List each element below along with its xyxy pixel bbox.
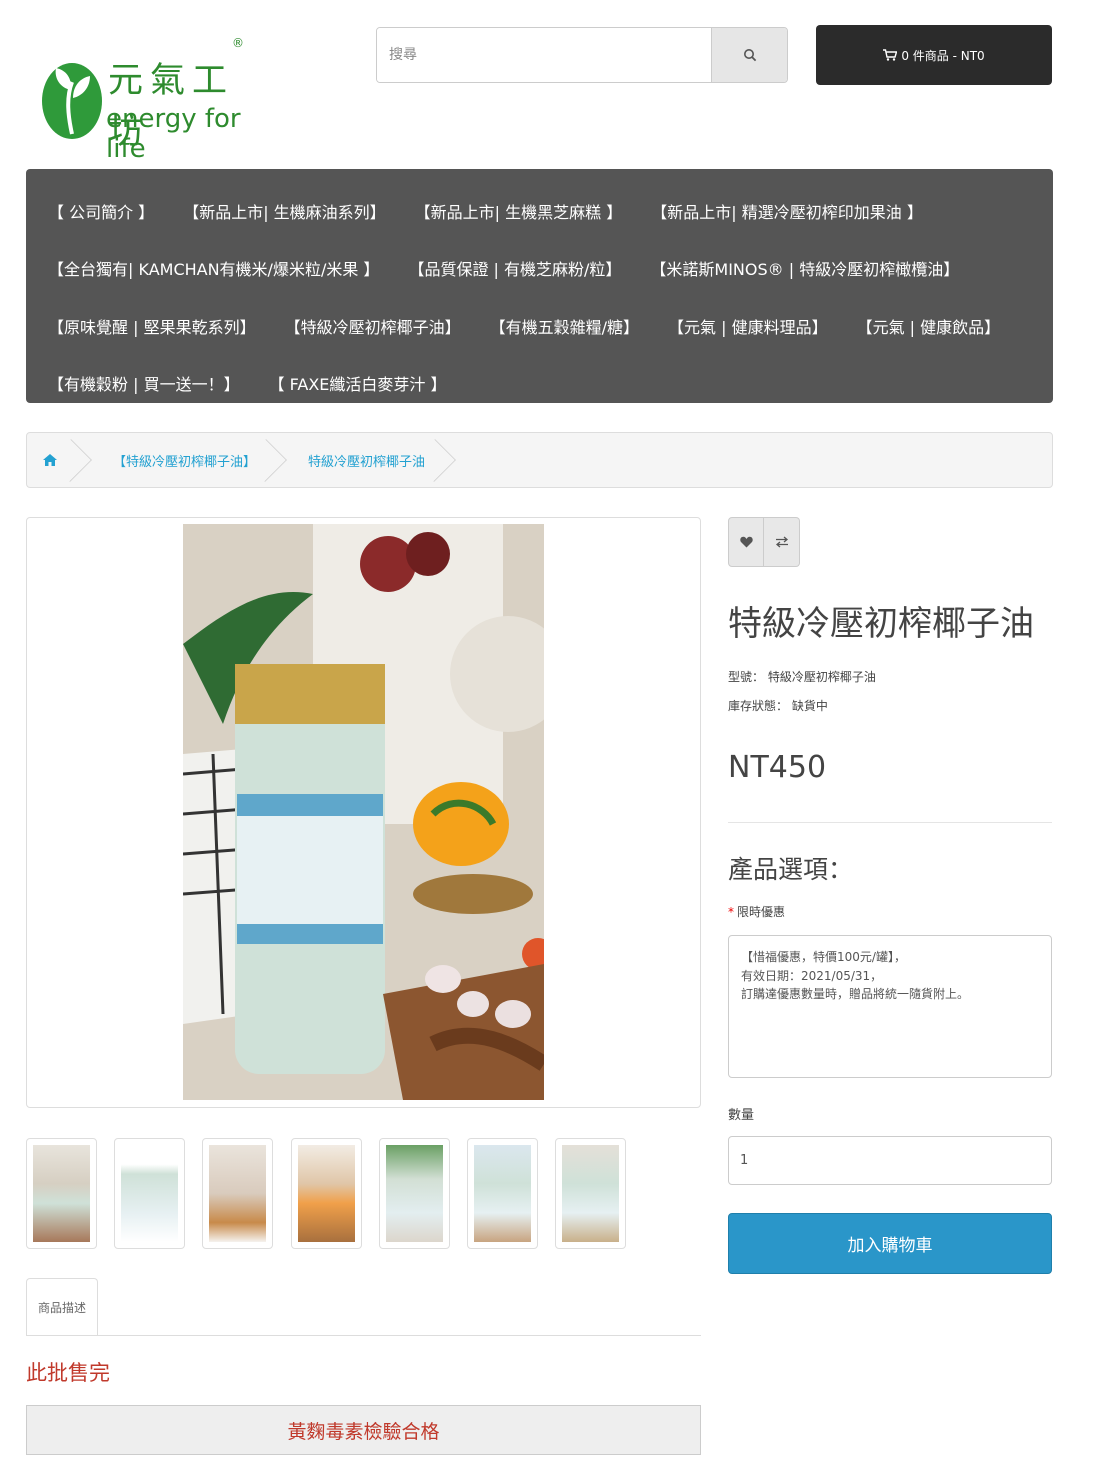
menu-row: 【全台獨有| KAMCHAN有機米/爆米粒/米果 】 【品質保證 | 有機芝麻粉…: [48, 240, 1053, 298]
sold-out-notice: 此批售完: [26, 1361, 110, 1385]
registered-mark: ®: [232, 36, 244, 50]
menu-row: 【有機穀粉 | 買一送一！】 【 FAXE纖活白麥芽汁 】: [48, 355, 1053, 413]
model-value: 特級冷壓初榨椰子油: [767, 670, 876, 684]
leaf-logo-icon: [42, 63, 102, 139]
menu-item-kamchan-rice[interactable]: 【全台獨有| KAMCHAN有機米/爆米粒/米果 】: [48, 256, 379, 280]
menu-item-faxe-malt[interactable]: 【 FAXE纖活白麥芽汁 】: [269, 371, 447, 395]
quantity-input[interactable]: [728, 1136, 1052, 1185]
home-icon: [43, 454, 57, 466]
search-bar: [376, 27, 788, 83]
product-main-image[interactable]: [26, 517, 701, 1108]
search-input[interactable]: [377, 28, 711, 82]
exchange-icon: [775, 536, 788, 548]
breadcrumb: 【特級冷壓初榨椰子油】 特級冷壓初榨椰子油: [26, 432, 1053, 488]
menu-item-cooking[interactable]: 【元氣 | 健康料理品】: [668, 314, 828, 338]
product-photo: [183, 524, 544, 1100]
wishlist-button[interactable]: [728, 517, 764, 567]
heart-icon: [739, 536, 753, 548]
cart-summary: 0 件商品 - NT0: [901, 48, 985, 63]
site-logo[interactable]: 元氣工坊 ® energy for life: [38, 36, 253, 164]
product-model: 型號： 特級冷壓初榨椰子油: [728, 668, 876, 685]
compare-button[interactable]: [764, 517, 800, 567]
add-to-cart-button[interactable]: 加入購物車: [728, 1213, 1052, 1274]
search-button[interactable]: [711, 28, 787, 82]
breadcrumb-category[interactable]: 【特級冷壓初榨椰子油】: [83, 433, 278, 487]
menu-item-company[interactable]: 【 公司簡介 】: [48, 199, 154, 223]
option-label: * 限時優惠: [728, 903, 785, 920]
product-thumbnail[interactable]: [202, 1138, 273, 1249]
product-thumbnail[interactable]: [555, 1138, 626, 1249]
product-thumbnail[interactable]: [26, 1138, 97, 1249]
menu-item-black-sesame-cake[interactable]: 【新品上市| 生機黑芝麻糕 】: [415, 199, 623, 223]
options-heading: 產品選項：: [728, 855, 854, 884]
menu-item-sacha-inchi-oil[interactable]: 【新品上市| 精選冷壓初榨印加果油 】: [651, 199, 923, 223]
menu-item-grains[interactable]: 【有機五穀雜糧/糖】: [490, 314, 639, 338]
stock-label: 庫存狀態：: [728, 699, 789, 713]
product-thumbnail[interactable]: [467, 1138, 538, 1249]
required-asterisk: *: [728, 905, 734, 919]
aflatoxin-banner: 黃麴毒素檢驗合格: [26, 1405, 701, 1455]
breadcrumb-home[interactable]: [27, 433, 83, 487]
quantity-label: 數量: [728, 1108, 755, 1123]
menu-item-drinks[interactable]: 【元氣 | 健康飲品】: [857, 314, 1001, 338]
category-menu: 【 公司簡介 】 【新品上市| 生機麻油系列】 【新品上市| 生機黑芝麻糕 】 …: [26, 169, 1053, 403]
product-stock: 庫存狀態： 缺貨中: [728, 697, 828, 714]
menu-item-sesame-oil[interactable]: 【新品上市| 生機麻油系列】: [183, 199, 385, 223]
menu-item-nuts[interactable]: 【原味覺醒 | 堅果果乾系列】: [48, 314, 256, 338]
menu-item-sesame-powder[interactable]: 【品質保證 | 有機芝麻粉/粒】: [408, 256, 621, 280]
price-divider: [728, 822, 1052, 823]
tab-description[interactable]: 商品描述: [26, 1278, 98, 1336]
option-textarea[interactable]: 【惜福優惠，特價100元/罐】， 有效日期：2021/05/31， 訂購達優惠數…: [728, 935, 1052, 1078]
menu-item-grain-powder[interactable]: 【有機穀粉 | 買一送一！】: [48, 371, 240, 395]
shopping-cart-icon: [883, 49, 898, 61]
menu-item-coconut-oil[interactable]: 【特級冷壓初榨椰子油】: [285, 314, 461, 338]
stock-value: 缺貨中: [791, 699, 828, 713]
menu-row: 【 公司簡介 】 【新品上市| 生機麻油系列】 【新品上市| 生機黑芝麻糕 】 …: [48, 182, 1053, 240]
product-price: NT450: [728, 750, 827, 785]
cart-button[interactable]: 0 件商品 - NT0: [816, 25, 1052, 85]
breadcrumb-current[interactable]: 特級冷壓初榨椰子油: [278, 433, 447, 487]
product-action-group: [728, 517, 800, 567]
product-thumbnail[interactable]: [291, 1138, 362, 1249]
option-label-text: 限時優惠: [737, 905, 786, 919]
product-title: 特級冷壓初榨椰子油: [728, 604, 1034, 644]
product-thumbnail[interactable]: [114, 1138, 185, 1249]
search-icon: [743, 49, 756, 62]
model-label: 型號：: [728, 670, 765, 684]
tab-divider: [26, 1335, 701, 1336]
menu-item-minos-olive-oil[interactable]: 【米諾斯MINOS® | 特級冷壓初榨橄欖油】: [650, 256, 959, 280]
menu-row: 【原味覺醒 | 堅果果乾系列】 【特級冷壓初榨椰子油】 【有機五穀雜糧/糖】 【…: [48, 297, 1053, 355]
brand-tagline: energy for life: [106, 104, 241, 164]
product-thumbnail[interactable]: [379, 1138, 450, 1249]
